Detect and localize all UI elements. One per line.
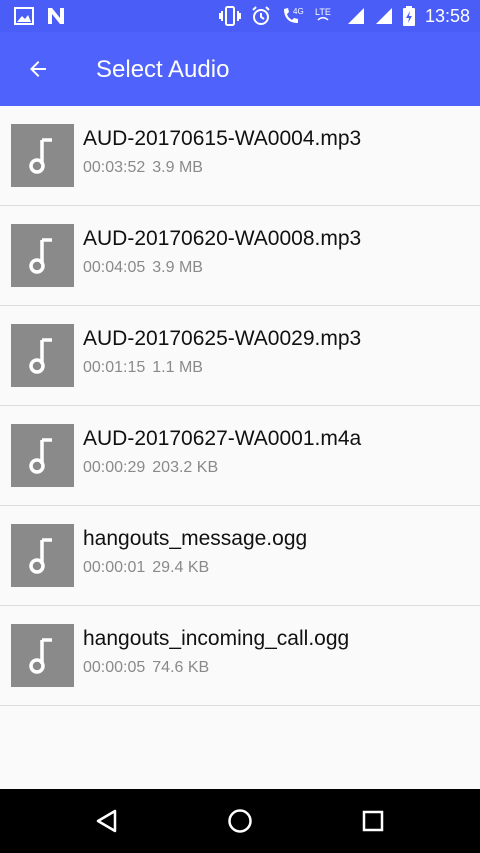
nav-home-button[interactable]: [218, 799, 262, 843]
home-circle-icon: [228, 809, 252, 833]
file-duration: 00:00:01: [83, 559, 146, 576]
recents-square-icon: [362, 810, 384, 832]
file-name: hangouts_incoming_call.ogg: [83, 627, 350, 650]
audio-list: AUD-20170615-WA0004.mp3 00:03:52 3.9 MB A…: [0, 106, 480, 706]
back-triangle-icon: [96, 809, 117, 833]
nav-back-button[interactable]: [85, 799, 129, 843]
navigation-bar: [0, 789, 480, 853]
music-note-icon: [11, 424, 74, 487]
arrow-back-icon: [30, 61, 46, 77]
file-meta: 00:00:29 203.2 KB: [83, 458, 218, 478]
file-duration: 00:04:05: [83, 259, 146, 276]
image-icon: [14, 7, 34, 25]
file-name: AUD-20170627-WA0001.m4a: [83, 427, 362, 450]
music-note-icon: [11, 524, 74, 587]
file-name: AUD-20170615-WA0004.mp3: [83, 127, 362, 150]
n-logo-icon: [48, 8, 64, 24]
file-size: 203.2 KB: [152, 459, 219, 476]
signal-icon: [375, 8, 392, 24]
list-item[interactable]: AUD-20170625-WA0029.mp3 00:01:15 1.1 MB: [0, 306, 480, 406]
list-item[interactable]: AUD-20170627-WA0001.m4a 00:00:29 203.2 KB: [0, 406, 480, 506]
file-size: 74.6 KB: [152, 659, 210, 676]
file-meta: 00:01:15 1.1 MB: [83, 358, 203, 378]
back-button[interactable]: [14, 45, 62, 93]
file-duration: 00:03:52: [83, 159, 146, 176]
file-meta: 00:04:05 3.9 MB: [83, 258, 203, 278]
status-left-icons: [14, 6, 66, 26]
lte-icon: LTE: [315, 7, 331, 21]
file-meta: 00:00:01 29.4 KB: [83, 558, 209, 578]
music-note-icon: [11, 624, 74, 687]
file-meta: 00:03:52 3.9 MB: [83, 158, 203, 178]
vibrate-icon: [218, 6, 241, 26]
status-time: 13:58: [424, 6, 470, 26]
file-duration: 00:00:05: [83, 659, 146, 676]
file-size: 29.4 KB: [152, 559, 210, 576]
svg-text:LTE: LTE: [315, 7, 331, 17]
signal-icon: [347, 8, 364, 24]
list-item[interactable]: hangouts_incoming_call.ogg 00:00:05 74.6 …: [0, 606, 480, 706]
list-item[interactable]: AUD-20170620-WA0008.mp3 00:04:05 3.9 MB: [0, 206, 480, 306]
status-right-icons: 4G LTE 13:58: [218, 5, 470, 27]
svg-text:4G: 4G: [293, 7, 304, 16]
file-size: 3.9 MB: [152, 159, 203, 176]
file-duration: 00:00:29: [83, 459, 146, 476]
file-duration: 00:01:15: [83, 359, 146, 376]
file-name: hangouts_message.ogg: [83, 527, 308, 550]
music-note-icon: [11, 124, 74, 187]
file-name: AUD-20170620-WA0008.mp3: [83, 227, 362, 250]
music-note-icon: [11, 224, 74, 287]
music-note-icon: [11, 324, 74, 387]
list-item[interactable]: hangouts_message.ogg 00:00:01 29.4 KB: [0, 506, 480, 606]
file-size: 1.1 MB: [152, 359, 203, 376]
alarm-icon: [252, 6, 270, 25]
app-bar: Select Audio: [0, 32, 480, 106]
status-bar: 4G LTE 13:58: [0, 0, 480, 32]
nav-recents-button[interactable]: [351, 799, 395, 843]
file-size: 3.9 MB: [152, 259, 203, 276]
list-item[interactable]: AUD-20170615-WA0004.mp3 00:03:52 3.9 MB: [0, 106, 480, 206]
page-title: Select Audio: [96, 56, 230, 83]
file-meta: 00:00:05 74.6 KB: [83, 658, 209, 678]
battery-charging-icon: [402, 6, 415, 26]
file-name: AUD-20170625-WA0029.mp3: [83, 327, 362, 350]
wifi-calling-4g-icon: 4G: [283, 7, 304, 23]
